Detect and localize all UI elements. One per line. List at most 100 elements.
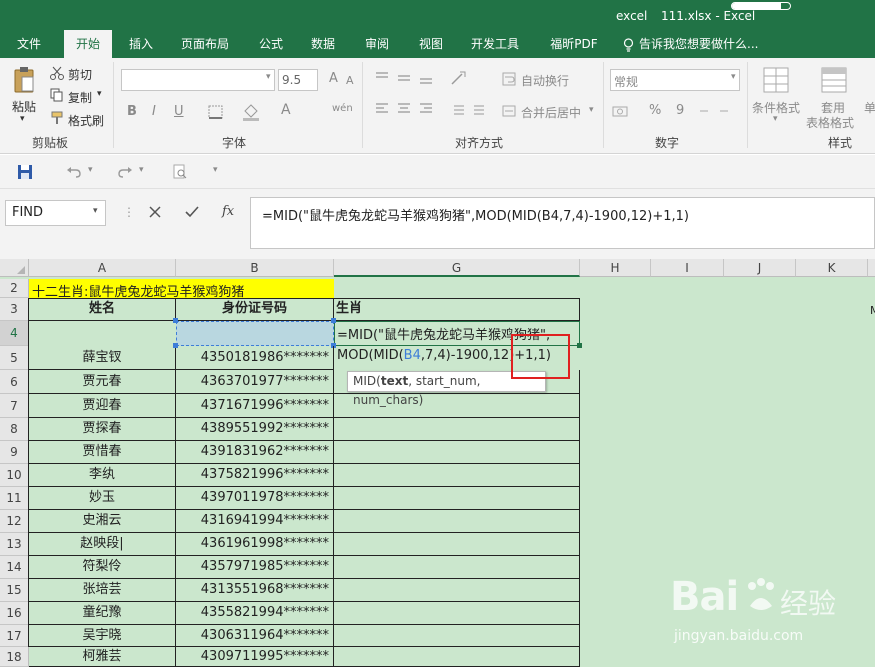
tab-insert[interactable]: 插入 bbox=[118, 30, 164, 58]
cell-id[interactable]: 4363701977******* bbox=[176, 370, 334, 394]
cell-zodiac[interactable] bbox=[334, 418, 580, 441]
save-icon[interactable] bbox=[17, 164, 33, 180]
font-color-icon[interactable]: A bbox=[281, 102, 291, 118]
cell-name[interactable]: 贾元春 bbox=[29, 370, 176, 394]
underline-button[interactable]: U bbox=[174, 104, 184, 119]
align-horizontal-icons[interactable] bbox=[374, 102, 438, 116]
fill-color-icon[interactable] bbox=[242, 103, 260, 121]
row-header-8[interactable]: 8 bbox=[0, 418, 29, 441]
row-header-6[interactable]: 6 bbox=[0, 370, 29, 394]
row-header-16[interactable]: 16 bbox=[0, 602, 29, 625]
copy-button[interactable]: 复制 bbox=[68, 89, 92, 106]
orientation-icon[interactable] bbox=[450, 70, 468, 86]
conditional-format-icon[interactable] bbox=[762, 66, 790, 94]
column-header-k[interactable]: K bbox=[796, 259, 868, 277]
row-header-3[interactable]: 3 bbox=[0, 298, 29, 321]
cell-name[interactable]: 吴宇晓 bbox=[29, 625, 176, 647]
cell-name[interactable]: 张培芸 bbox=[29, 579, 176, 602]
tab-data[interactable]: 数据 bbox=[302, 30, 344, 58]
row-header-15[interactable]: 15 bbox=[0, 579, 29, 602]
paste-dropdown-icon[interactable]: ▾ bbox=[20, 114, 25, 124]
tooltip-arg-text[interactable]: text bbox=[381, 374, 408, 388]
cell-name[interactable]: 符梨伶 bbox=[29, 556, 176, 579]
cell-id[interactable]: 4313551968******* bbox=[176, 579, 334, 602]
cell-id[interactable]: 4361961998******* bbox=[176, 533, 334, 556]
paste-label[interactable]: 粘贴 bbox=[12, 98, 36, 115]
row-header-18[interactable]: 18 bbox=[0, 647, 29, 667]
format-painter-icon[interactable] bbox=[50, 111, 64, 125]
cell-id[interactable]: 4316941994******* bbox=[176, 510, 334, 533]
tab-view[interactable]: 视图 bbox=[410, 30, 452, 58]
undo-dropdown-icon[interactable]: ▾ bbox=[88, 165, 93, 175]
align-top-icons[interactable] bbox=[374, 71, 438, 85]
cell-name[interactable]: 薛宝钗 bbox=[29, 346, 176, 370]
cell-name[interactable]: 贾探春 bbox=[29, 418, 176, 441]
font-name-select[interactable] bbox=[121, 69, 275, 91]
scissors-icon[interactable] bbox=[50, 66, 64, 80]
cancel-icon[interactable] bbox=[149, 206, 161, 218]
cut-button[interactable]: 剪切 bbox=[68, 66, 92, 83]
paste-icon[interactable] bbox=[13, 66, 35, 94]
redo-icon[interactable] bbox=[117, 165, 133, 179]
cell-zodiac[interactable] bbox=[334, 625, 580, 647]
cell-zodiac[interactable] bbox=[334, 441, 580, 464]
cell-zodiac[interactable] bbox=[334, 533, 580, 556]
row-header-13[interactable]: 13 bbox=[0, 533, 29, 556]
conditional-dropdown-icon[interactable]: ▾ bbox=[773, 114, 778, 124]
merge-center-button[interactable]: 合并后居中 bbox=[521, 104, 581, 121]
decimal-icons[interactable] bbox=[698, 104, 734, 118]
cell-zodiac[interactable] bbox=[334, 464, 580, 487]
row-header-14[interactable]: 14 bbox=[0, 556, 29, 579]
enter-check-icon[interactable] bbox=[185, 206, 199, 218]
cell-id[interactable]: 4391831962******* bbox=[176, 441, 334, 464]
customize-qat-icon[interactable]: ▾ bbox=[213, 165, 218, 175]
row-header-11[interactable]: 11 bbox=[0, 487, 29, 510]
cell-id[interactable]: 4306311964******* bbox=[176, 625, 334, 647]
header-zodiac[interactable]: 生肖 bbox=[334, 298, 580, 321]
comma-button[interactable]: 9 bbox=[676, 103, 684, 118]
cell-name[interactable]: 赵映段| bbox=[29, 533, 176, 556]
cell-styles-button[interactable]: 单 bbox=[864, 99, 875, 116]
wrap-text-icon[interactable] bbox=[502, 72, 516, 86]
redo-dropdown-icon[interactable]: ▾ bbox=[139, 165, 144, 175]
fill-handle[interactable] bbox=[577, 343, 582, 348]
header-name[interactable]: 姓名 bbox=[29, 298, 176, 321]
font-name-dropdown-icon[interactable]: ▾ bbox=[266, 72, 271, 82]
cell-name[interactable]: 贾迎春 bbox=[29, 394, 176, 418]
formula-input[interactable]: =MID("鼠牛虎兔龙蛇马羊猴鸡狗猪",MOD(MID(B4,7,4)-1900… bbox=[250, 197, 875, 249]
tab-home[interactable]: 开始 bbox=[64, 30, 112, 59]
copy-dropdown-icon[interactable]: ▾ bbox=[97, 89, 102, 99]
tab-formulas[interactable]: 公式 bbox=[250, 30, 292, 58]
row-header-9[interactable]: 9 bbox=[0, 441, 29, 464]
format-as-table-icon[interactable] bbox=[820, 66, 848, 94]
cell-zodiac[interactable] bbox=[334, 556, 580, 579]
format-painter-button[interactable]: 格式刷 bbox=[68, 112, 104, 129]
border-icon[interactable] bbox=[208, 105, 224, 119]
row-header-17[interactable]: 17 bbox=[0, 625, 29, 647]
column-header-a[interactable]: A bbox=[29, 259, 176, 277]
cell-id[interactable]: 4350181986******* bbox=[176, 346, 334, 370]
cell-id[interactable]: 4389551992******* bbox=[176, 418, 334, 441]
currency-icon[interactable] bbox=[612, 105, 630, 119]
row-header-7[interactable]: 7 bbox=[0, 394, 29, 418]
cell-zodiac[interactable] bbox=[334, 510, 580, 533]
column-header-h[interactable]: H bbox=[580, 259, 651, 277]
cell-id[interactable]: 4355821994******* bbox=[176, 602, 334, 625]
cell-id[interactable]: 4309711995******* bbox=[176, 647, 334, 667]
cell-name[interactable]: 妙玉 bbox=[29, 487, 176, 510]
cell-name[interactable]: 史湘云 bbox=[29, 510, 176, 533]
column-header-j[interactable]: J bbox=[724, 259, 796, 277]
format-table-line2[interactable]: 表格格式 bbox=[806, 114, 854, 131]
cell-zodiac[interactable] bbox=[334, 579, 580, 602]
number-format-select[interactable]: 常规 bbox=[610, 69, 740, 91]
copy-icon[interactable] bbox=[50, 88, 64, 102]
column-header-b[interactable]: B bbox=[176, 259, 334, 277]
cell-id[interactable]: 4397011978******* bbox=[176, 487, 334, 510]
cell-a2-note[interactable]: 十二生肖:鼠牛虎兔龙蛇马羊猴鸡狗猪 bbox=[29, 279, 334, 300]
indent-icons[interactable] bbox=[448, 104, 488, 116]
ref-handle[interactable] bbox=[173, 318, 178, 323]
increase-font-icon[interactable]: A bbox=[329, 71, 338, 86]
ref-handle[interactable] bbox=[331, 318, 336, 323]
column-header-partial[interactable] bbox=[868, 259, 875, 277]
header-id[interactable]: 身份证号码 bbox=[176, 298, 334, 321]
